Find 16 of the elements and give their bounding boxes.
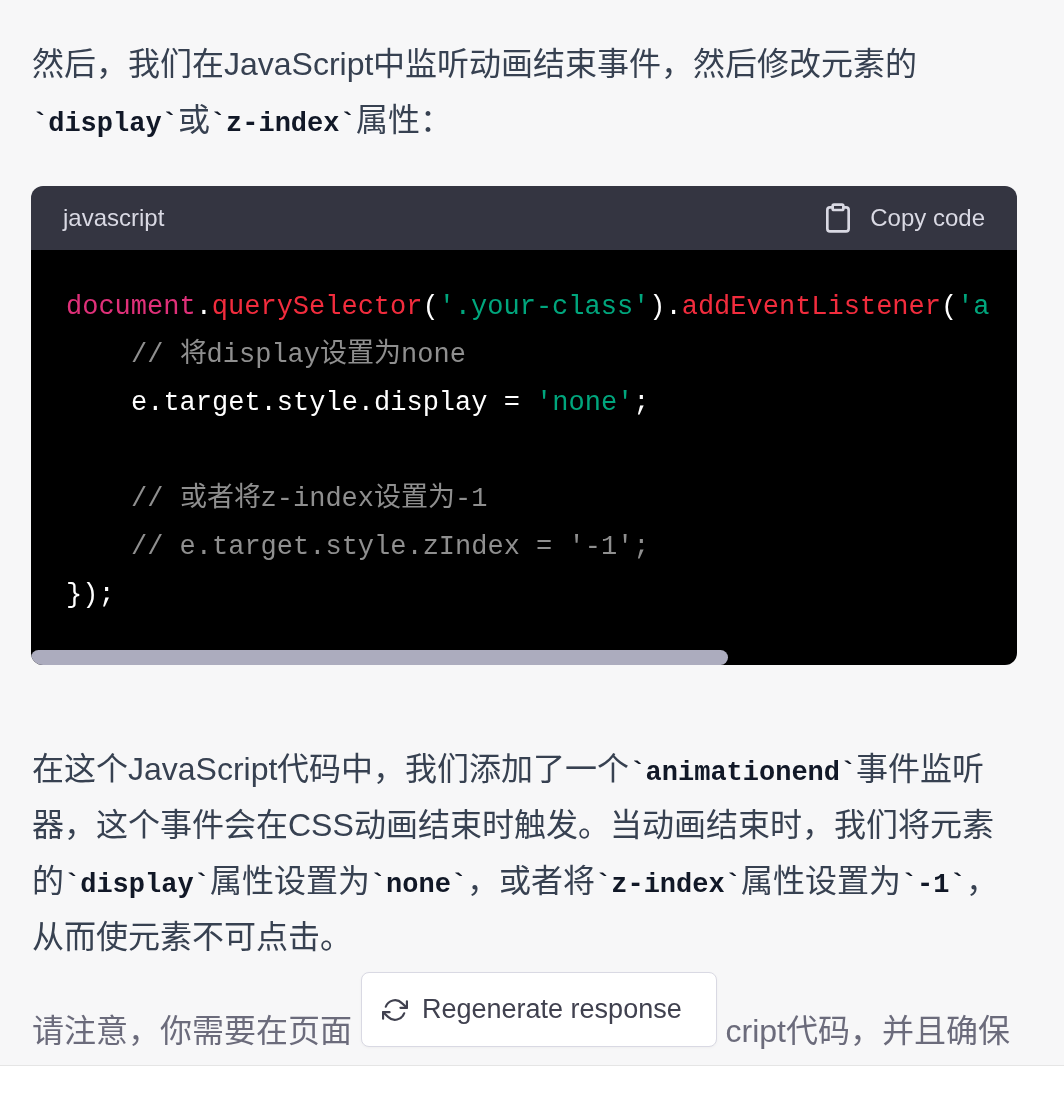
code-line: // 或者将z-index设置为-1: [131, 481, 488, 516]
copy-code-button[interactable]: Copy code: [826, 203, 985, 233]
code-line: document.querySelector('.your-class').addEventListener('a: [66, 291, 990, 324]
scrollbar-thumb[interactable]: [31, 650, 729, 665]
paragraph-text: 然后，我们在JavaScript中监听动画结束事件，然后修改元素的`display`或`z-index`属性：: [32, 45, 919, 141]
language-label: javascript: [63, 203, 165, 233]
paragraph-text: cript代码，并且确保: [725, 1012, 1010, 1051]
paragraph-text: 在这个JavaScript代码中，我们添加了一个`animationend`事件监听器，这个事件会在CSS动画结束时触发。当动画结束时，我们将元素的`display`属性设置为`none`，或者将`z-index`属性设置为`-1`，从而使元素不可点击。: [32, 750, 999, 957]
clipboard-icon: [826, 203, 851, 233]
code-line: e.target.style.display = 'none';: [131, 387, 650, 420]
code-line: // 将display设置为none: [131, 337, 466, 372]
paragraph-text: 请注意，你需要在页面: [32, 1012, 352, 1051]
code-line: // e.target.style.zIndex = '-1';: [131, 531, 650, 564]
code-line: });: [66, 579, 115, 612]
refresh-icon: [382, 996, 408, 1023]
regenerate-response-button[interactable]: Regenerate response: [361, 972, 717, 1047]
